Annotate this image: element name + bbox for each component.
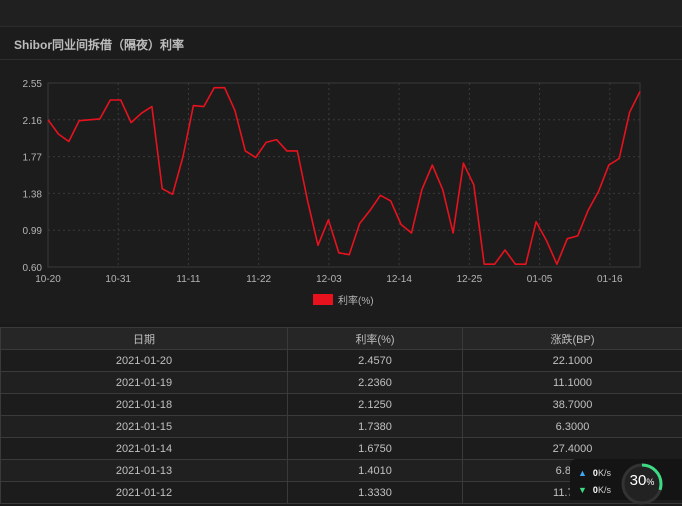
x-tick-label: 10-20 xyxy=(35,274,61,285)
x-tick-label: 01-16 xyxy=(597,274,623,285)
y-tick-label: 2.55 xyxy=(23,79,43,90)
header-rate: 利率(%) xyxy=(288,328,463,350)
cell-rate: 1.6750 xyxy=(288,438,463,460)
plot-area xyxy=(48,83,640,267)
legend-swatch xyxy=(313,294,333,305)
x-tick-label: 12-25 xyxy=(457,274,483,285)
table-row: 2021-01-14 1.6750 27.4000 xyxy=(1,438,682,460)
table-header-row: 日期 利率(%) 涨跌(BP) xyxy=(1,328,682,350)
x-tick-label: 10-31 xyxy=(105,274,131,285)
top-bar xyxy=(0,0,682,27)
cell-change: 11.1000 xyxy=(463,372,682,394)
cell-date: 2021-01-15 xyxy=(1,416,288,438)
x-tick-label: 12-03 xyxy=(316,274,342,285)
y-tick-label: 2.16 xyxy=(23,116,43,127)
cell-change: 38.7000 xyxy=(463,394,682,416)
legend-label: 利率(%) xyxy=(338,294,374,307)
table-row: 2021-01-18 2.1250 38.7000 xyxy=(1,394,682,416)
table-row: 2021-01-20 2.4570 22.1000 xyxy=(1,350,682,372)
y-tick-label: 1.77 xyxy=(23,153,43,164)
y-tick-label: 0.60 xyxy=(23,263,43,274)
cell-rate: 1.7380 xyxy=(288,416,463,438)
cell-rate: 2.4570 xyxy=(288,350,463,372)
x-tick-label: 11-11 xyxy=(176,274,201,285)
cell-change: 27.4000 xyxy=(463,438,682,460)
cell-date: 2021-01-13 xyxy=(1,460,288,482)
header-date: 日期 xyxy=(1,328,288,350)
table-row: 2021-01-15 1.7380 6.3000 xyxy=(1,416,682,438)
cell-date: 2021-01-14 xyxy=(1,438,288,460)
cell-rate: 1.4010 xyxy=(288,460,463,482)
cell-rate: 2.2360 xyxy=(288,372,463,394)
y-tick-label: 0.99 xyxy=(23,226,43,237)
usage-percent: 30% xyxy=(620,472,664,489)
cell-rate: 1.3330 xyxy=(288,482,463,504)
rate-line-chart: 0.60 0.99 1.38 1.77 2.16 2.55 10-20 10-31 11-11 1… xyxy=(0,27,682,324)
header-change: 涨跌(BP) xyxy=(463,328,682,350)
cell-date: 2021-01-18 xyxy=(1,394,288,416)
download-speed: ▼0K/s xyxy=(578,485,611,495)
cell-rate: 2.1250 xyxy=(288,394,463,416)
cell-date: 2021-01-12 xyxy=(1,482,288,504)
cell-date: 2021-01-20 xyxy=(1,350,288,372)
cell-change: 6.3000 xyxy=(463,416,682,438)
y-tick-label: 1.38 xyxy=(23,189,43,200)
upload-speed: ▲0K/s xyxy=(578,468,611,478)
cell-date: 2021-01-19 xyxy=(1,372,288,394)
arrow-down-icon: ▼ xyxy=(578,485,587,495)
table-row: 2021-01-19 2.2360 11.1000 xyxy=(1,372,682,394)
x-tick-label: 01-05 xyxy=(527,274,553,285)
x-tick-label: 11-22 xyxy=(246,274,271,285)
arrow-up-icon: ▲ xyxy=(578,468,587,478)
x-tick-label: 12-14 xyxy=(386,274,412,285)
cell-change: 22.1000 xyxy=(463,350,682,372)
